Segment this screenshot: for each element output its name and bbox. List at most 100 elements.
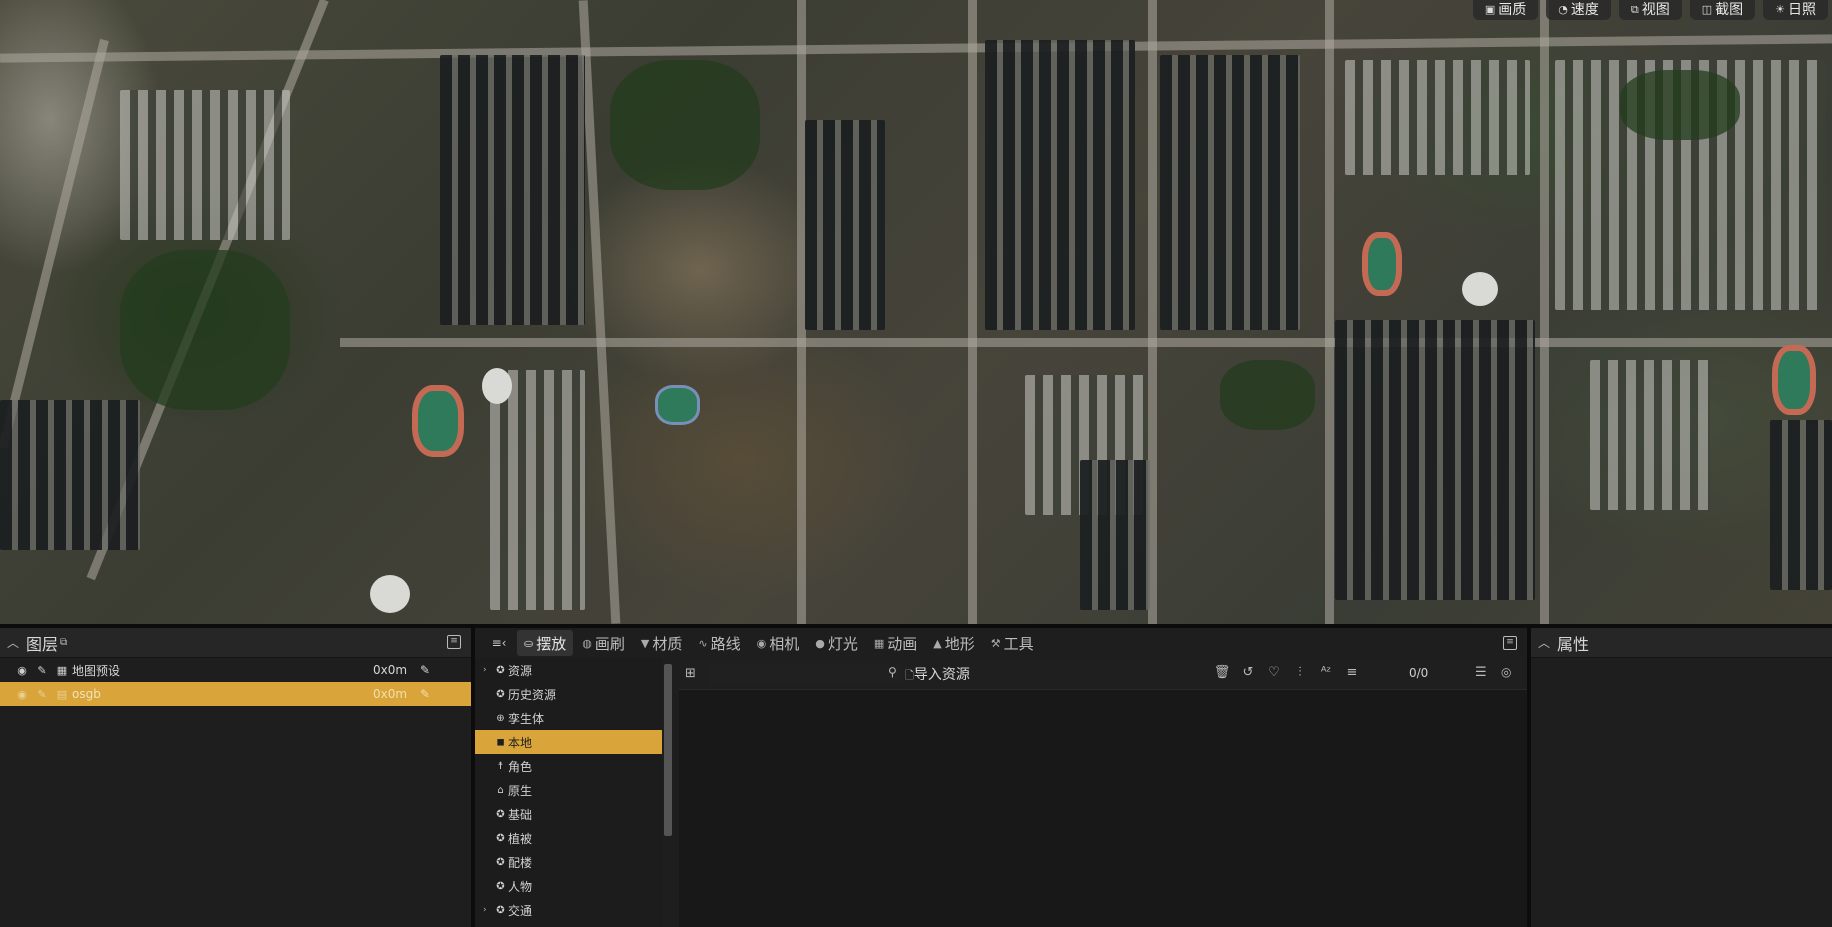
tree-item-label: 配楼 — [508, 855, 533, 870]
tab-route[interactable]: ∿ 路线 — [691, 630, 747, 656]
import-label: 导入资源 — [913, 667, 970, 683]
heart-icon[interactable]: ♡ — [1265, 665, 1283, 680]
import-resource-button[interactable]: 🗋导入资源 — [905, 664, 970, 686]
tree-item-character[interactable]: ☨ 角色 — [475, 754, 662, 778]
map-park — [1220, 360, 1315, 430]
properties-panel: ︿ 属性 — [1531, 628, 1832, 927]
tree-item-people[interactable]: ✪ 人物 — [475, 874, 662, 898]
collapse-icon[interactable]: ︿ — [1531, 634, 1557, 651]
chevron-right-icon[interactable]: › — [483, 905, 493, 915]
search-input[interactable] — [707, 663, 902, 685]
tree-node-icon: ✪ — [496, 856, 505, 868]
tab-camera[interactable]: ◉ 相机 — [750, 630, 807, 656]
bulb-icon: ● — [815, 636, 825, 650]
tree-item-local[interactable]: ◼ 本地 — [475, 730, 662, 754]
history-icon[interactable]: ↺ — [1239, 665, 1257, 680]
tree-item-label: 原生 — [508, 783, 533, 798]
layer-row[interactable]: ◉ ✎ ▤ osgb 0x0m ✎ — [0, 682, 471, 706]
list-view-icon[interactable]: ☰ — [1475, 665, 1487, 680]
tab-light[interactable]: ● 灯光 — [808, 630, 865, 656]
image-icon: ▣ — [1484, 3, 1496, 16]
menu-collapse-icon[interactable]: ≡‹ — [483, 636, 515, 650]
chevron-right-icon[interactable]: › — [483, 665, 493, 675]
tree-node-icon: ✪ — [496, 664, 505, 676]
map-building-block — [805, 120, 885, 330]
properties-title: 属性 — [1557, 634, 1590, 654]
edit-icon[interactable]: ✎ — [420, 663, 430, 677]
tab-material[interactable]: ▼ 材质 — [634, 630, 689, 656]
map-road — [0, 38, 109, 449]
camera-view-icon: ⧉ — [1630, 3, 1639, 16]
route-icon: ∿ — [698, 636, 708, 650]
map-building-block — [1770, 420, 1832, 590]
camera-icon: ◉ — [756, 636, 767, 650]
tree-item-label: 本地 — [508, 735, 533, 750]
wrench-icon: ⚒ — [990, 636, 1001, 650]
speedometer-icon: ◔ — [1558, 3, 1568, 16]
list-menu-icon[interactable]: ≡ — [1503, 636, 1517, 650]
chart-icon[interactable]: ⫶ — [1291, 665, 1309, 680]
layer-size: 0x0m — [373, 663, 408, 677]
tab-animation[interactable]: ▦ 动画 — [867, 630, 924, 656]
tree-item-basic[interactable]: ✪ 基础 — [475, 802, 662, 826]
map-dome — [370, 575, 410, 613]
map-viewport[interactable]: ▣ 画质 ◔ 速度 ⧉ 视图 ◫ 截图 ☀ 日照 — [0, 0, 1832, 624]
tab-label: 画刷 — [594, 634, 625, 653]
tree-item-vegetation[interactable]: ✪ 植被 — [475, 826, 662, 850]
map-building-block — [120, 90, 290, 240]
tree-item-label: 孪生体 — [508, 711, 545, 726]
film-icon: ▦ — [873, 636, 885, 650]
map-building-block — [0, 400, 140, 550]
tree-item-resources[interactable]: › ✪ 资源 — [475, 658, 662, 682]
layer-row[interactable]: ◉ ✎ ▦ 地图预设 0x0m ✎ — [0, 658, 471, 682]
speed-label: 速度 — [1570, 2, 1599, 18]
map-road — [968, 0, 977, 624]
layer-list-icon[interactable]: ≡ — [447, 635, 461, 649]
tab-brush[interactable]: ◍ 画刷 — [575, 630, 632, 656]
quality-button[interactable]: ▣ 画质 — [1472, 0, 1539, 20]
speed-button[interactable]: ◔ 速度 — [1546, 0, 1611, 20]
placement-panel: ≡‹ ⛀ 摆放 ◍ 画刷 ▼ 材质 ∿ 路线 ◉ 相机 ● 灯光 ▦ 动画 ▲ … — [475, 628, 1527, 927]
map-stadium — [655, 385, 700, 425]
tree-node-icon: ⌂ — [497, 784, 504, 796]
sort-az-icon[interactable]: ᴬᶻ — [1317, 665, 1335, 680]
screenshot-button[interactable]: ◫ 截图 — [1689, 0, 1756, 20]
layers-title: 图层 — [26, 634, 59, 654]
tree-item-annex[interactable]: ✪ 配楼 — [475, 850, 662, 874]
collapse-icon[interactable]: ︿ — [0, 634, 26, 651]
view-button[interactable]: ⧉ 视图 — [1618, 0, 1682, 20]
hierarchy-icon[interactable]: ⊞ — [685, 666, 696, 681]
tab-tools[interactable]: ⚒ 工具 — [984, 630, 1041, 656]
tab-terrain[interactable]: ▲ 地形 — [926, 630, 981, 656]
eye-icon[interactable]: ◉ — [12, 688, 32, 701]
tree-item-native[interactable]: ⌂ 原生 — [475, 778, 662, 802]
search-icon[interactable]: ⚲ — [888, 665, 897, 679]
brush-icon: ◍ — [582, 636, 592, 650]
map-road — [0, 34, 1832, 63]
tab-label: 材质 — [652, 634, 683, 653]
sort-icon[interactable]: ≡ — [1343, 665, 1361, 680]
sunlight-button[interactable]: ☀ 日照 — [1763, 0, 1828, 20]
resource-count: 0/0 — [1409, 666, 1429, 680]
tree-item-twin[interactable]: ⊕ 孪生体 — [475, 706, 662, 730]
tree-node-icon: ✪ — [496, 688, 505, 700]
tree-node-icon: ✪ — [496, 880, 505, 892]
box-icon: ⛀ — [524, 636, 534, 650]
pencil-icon[interactable]: ✎ — [32, 664, 52, 677]
map-stadium — [1362, 232, 1402, 296]
screenshot-icon: ◫ — [1701, 3, 1713, 16]
tree-item-label: 基础 — [508, 807, 533, 822]
layer-name: osgb — [72, 687, 101, 701]
preview-icon[interactable]: ◎ — [1501, 665, 1511, 679]
tree-node-icon: ✪ — [496, 832, 505, 844]
tree-scrollbar[interactable] — [664, 664, 672, 836]
pencil-icon[interactable]: ✎ — [32, 688, 52, 701]
tree-item-history[interactable]: ✪ 历史资源 — [475, 682, 662, 706]
tab-placement[interactable]: ⛀ 摆放 — [517, 630, 574, 656]
edit-icon[interactable]: ✎ — [420, 687, 430, 701]
trash-icon[interactable]: 🗑 — [1213, 665, 1231, 680]
tab-label: 灯光 — [827, 634, 858, 653]
layer-size: 0x0m — [373, 687, 408, 701]
tree-item-traffic[interactable]: › ✪ 交通 — [475, 898, 662, 922]
eye-icon[interactable]: ◉ — [12, 664, 32, 677]
